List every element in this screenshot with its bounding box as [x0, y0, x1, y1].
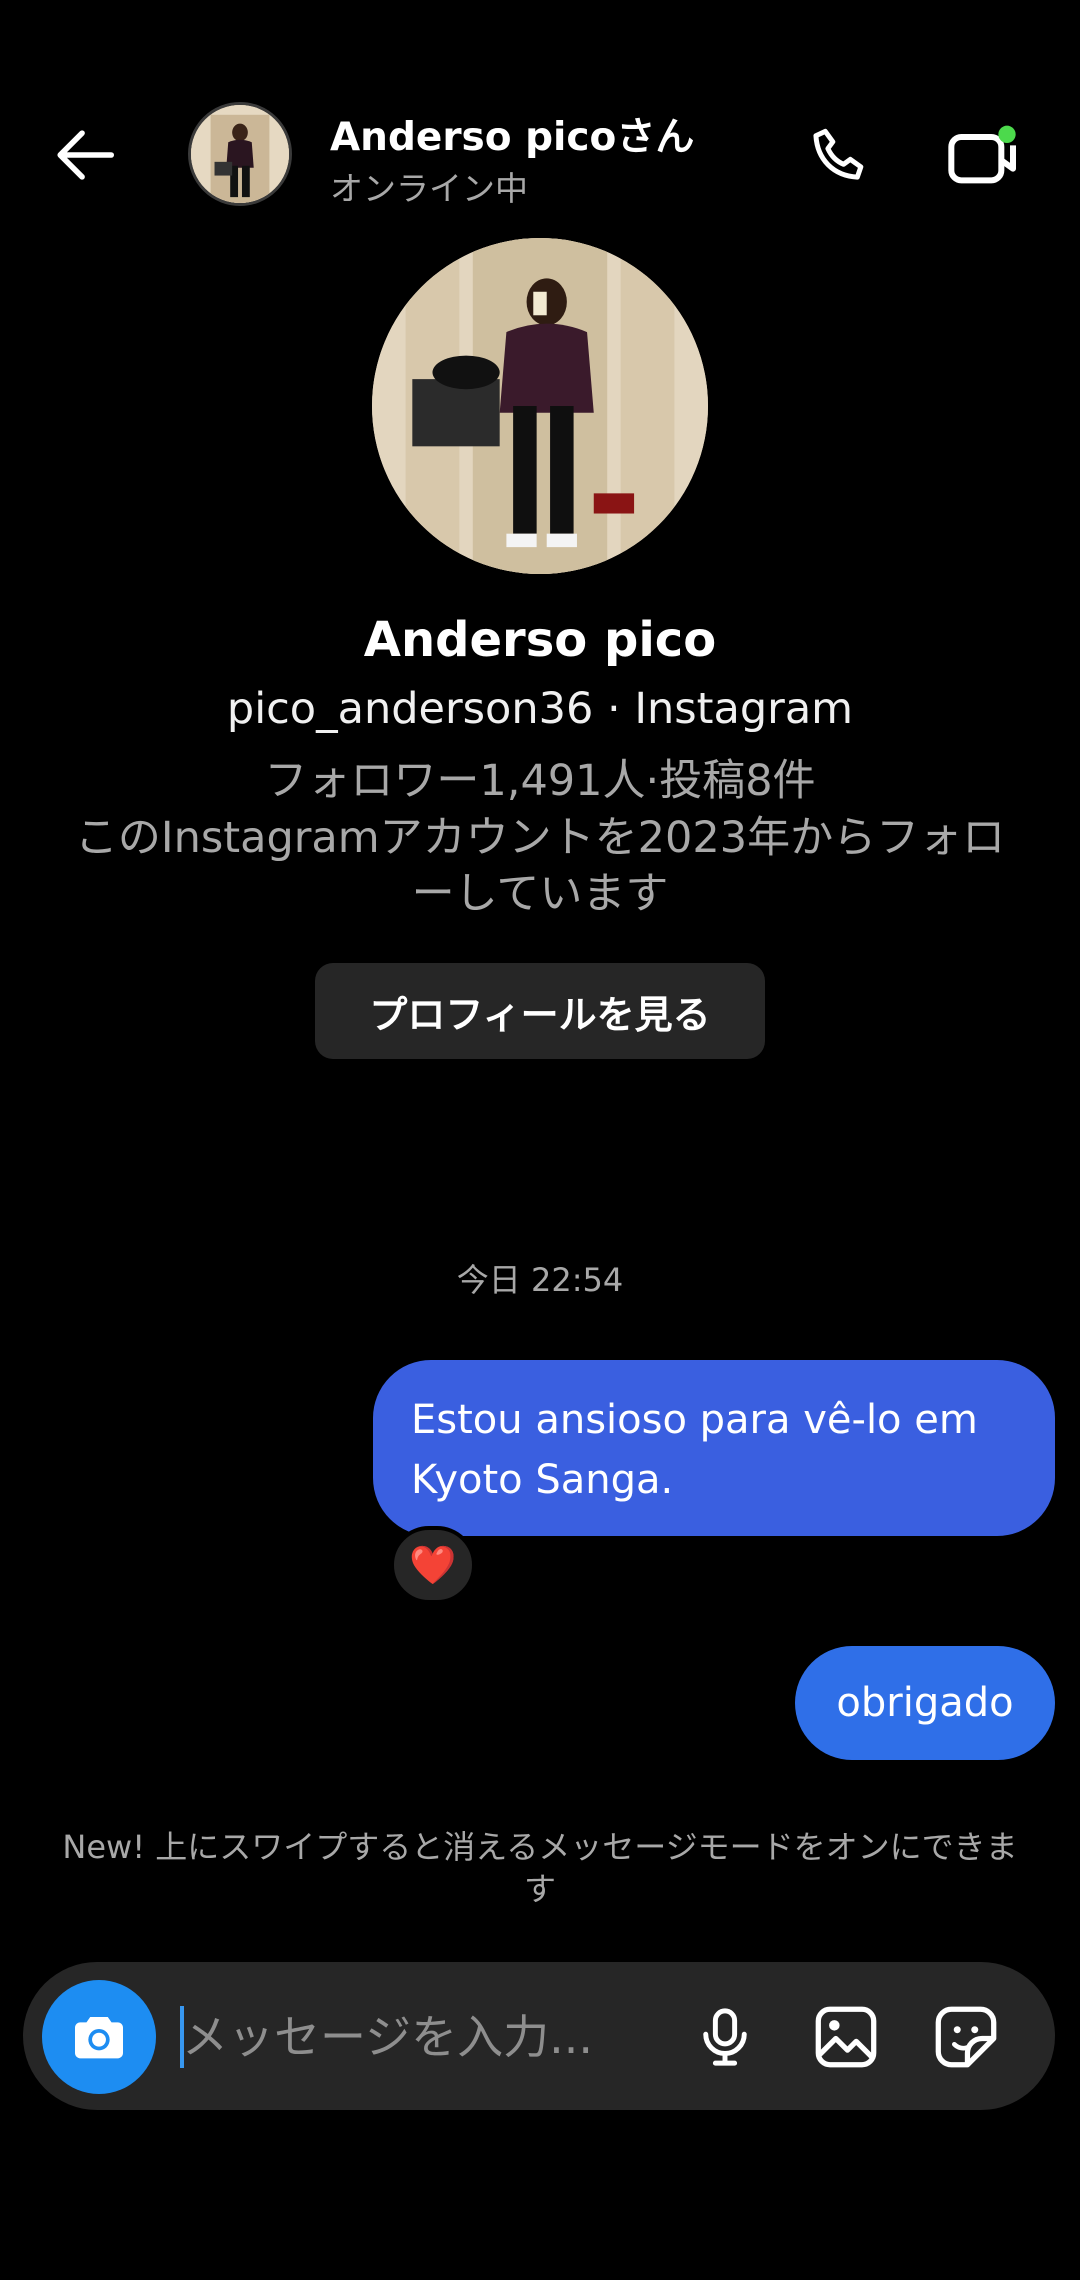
heart-reaction[interactable]: ❤️ — [390, 1526, 476, 1604]
back-arrow-icon — [57, 130, 115, 180]
video-call-icon — [948, 125, 1016, 184]
profile-photo[interactable] — [372, 238, 708, 574]
camera-icon — [75, 2017, 123, 2059]
profile-name: Anderso pico — [363, 612, 717, 668]
follow-since-text: このInstagramアカウントを2023年からフォローしています — [74, 813, 1006, 919]
voice-message-button[interactable] — [683, 1995, 767, 2079]
online-status: オンライン中 — [330, 169, 528, 208]
view-profile-button[interactable]: プロフィールを見る — [315, 963, 765, 1059]
phone-icon — [813, 128, 864, 180]
video-call-button[interactable] — [938, 112, 1028, 202]
vanish-mode-hint: New! 上にスワイプすると消えるメッセージモードをオンにできます — [62, 1828, 1018, 1908]
microphone-icon — [703, 2008, 747, 2066]
message-input[interactable] — [180, 1996, 644, 2078]
sticker-button[interactable] — [924, 1995, 1008, 2079]
gallery-button[interactable] — [804, 1995, 888, 2079]
profile-stats: フォロワー1,491人·投稿8件 — [264, 756, 816, 806]
header-avatar[interactable] — [188, 102, 292, 206]
avatar-photo — [191, 105, 289, 203]
gallery-icon — [815, 2006, 877, 2068]
back-button[interactable] — [40, 110, 130, 200]
sent-message-bubble[interactable]: obrigado — [795, 1646, 1055, 1760]
contact-name[interactable]: Anderso picoさん — [330, 106, 694, 162]
sticker-icon — [935, 2006, 997, 2068]
sent-message-bubble[interactable]: Estou ansioso para vê-lo em Kyoto Sanga. — [373, 1360, 1055, 1536]
audio-call-button[interactable] — [796, 112, 886, 202]
profile-photo-image — [372, 238, 708, 574]
message-timestamp: 今日 22:54 — [456, 1261, 624, 1299]
profile-handle: pico_anderson36 · Instagram — [226, 684, 854, 734]
camera-button[interactable] — [42, 1980, 156, 2094]
